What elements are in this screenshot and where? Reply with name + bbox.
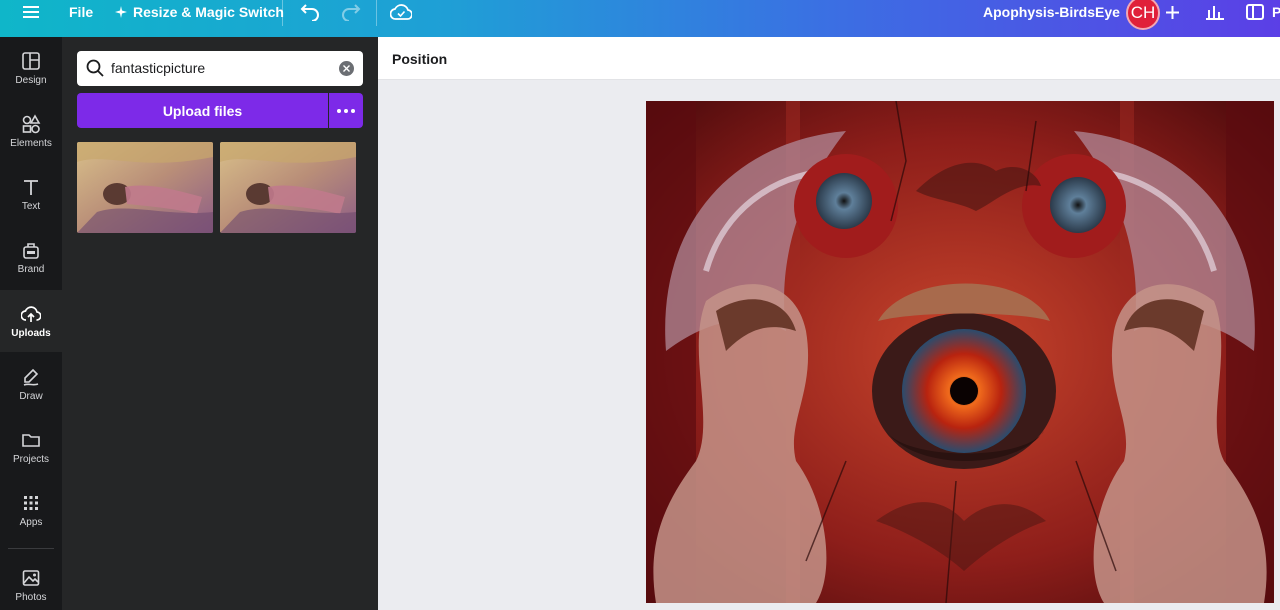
more-options-button[interactable]	[329, 93, 363, 128]
rail-label: Text	[21, 200, 41, 212]
uploaded-image-thumbnail[interactable]	[77, 142, 213, 233]
rail-item-draw[interactable]: Draw	[0, 353, 62, 415]
dot	[337, 108, 341, 113]
upload-files-button[interactable]: Upload files	[77, 93, 328, 128]
rail-divider	[8, 548, 54, 549]
present-label: P	[1272, 4, 1280, 20]
projects-icon	[22, 433, 40, 447]
position-button[interactable]: Position	[392, 51, 447, 67]
undo-icon	[300, 4, 319, 21]
rail-item-design[interactable]: Design	[0, 37, 62, 99]
photos-icon	[22, 569, 40, 586]
search-box	[77, 51, 363, 86]
present-icon	[1246, 4, 1264, 20]
text-icon	[24, 179, 38, 195]
thumbnail-image	[220, 142, 356, 233]
hamburger-icon	[23, 6, 39, 18]
canvas-stage	[378, 80, 1280, 610]
rail-item-apps[interactable]: Apps	[0, 479, 62, 541]
document-title[interactable]: Apophysis-BirdsEye	[983, 0, 1120, 24]
rail-label: Draw	[19, 390, 43, 402]
rail-label: Design	[15, 74, 47, 86]
uploads-panel: Upload files	[62, 37, 378, 610]
context-toolbar: Position	[378, 37, 1280, 80]
present-button[interactable]: P	[1246, 0, 1280, 24]
artwork	[646, 101, 1274, 603]
sparkle-icon	[115, 6, 127, 18]
uploaded-image-thumbnail[interactable]	[220, 142, 356, 233]
top-bar: File Resize & Magic Switch Apophysis-Bir…	[0, 0, 1280, 37]
rail-item-photos[interactable]: Photos	[0, 554, 62, 610]
rail-item-elements[interactable]: Elements	[0, 100, 62, 162]
thumbnail-image	[77, 142, 213, 233]
plus-icon	[1165, 5, 1179, 19]
draw-icon	[23, 368, 39, 386]
uploads-icon	[21, 305, 41, 322]
rail-label: Uploads	[11, 327, 51, 339]
file-menu-button[interactable]: File	[69, 0, 93, 24]
design-icon	[22, 51, 40, 70]
design-canvas-image[interactable]	[646, 101, 1274, 603]
divider	[282, 0, 283, 26]
resize-magic-switch-button[interactable]: Resize & Magic Switch	[115, 0, 284, 24]
divider	[376, 0, 377, 26]
rail-label: Photos	[15, 591, 47, 603]
insights-button[interactable]	[1205, 0, 1225, 24]
avatar[interactable]: CH	[1126, 0, 1160, 30]
redo-icon	[342, 4, 361, 21]
close-icon	[343, 65, 350, 72]
apps-icon	[24, 495, 38, 510]
rail-label: Elements	[10, 137, 52, 149]
undo-button[interactable]	[299, 0, 321, 24]
redo-button[interactable]	[340, 0, 362, 24]
rail-label: Brand	[17, 263, 45, 275]
rail-item-uploads[interactable]: Uploads	[0, 290, 62, 352]
rail-item-brand[interactable]: Brand	[0, 226, 62, 288]
brand-icon	[23, 242, 39, 259]
clear-search-button[interactable]	[339, 61, 354, 76]
rail-item-text[interactable]: Text	[0, 163, 62, 225]
menu-button[interactable]	[20, 0, 42, 24]
dot	[351, 108, 355, 113]
left-rail: Design Elements Text Brand Uploads Draw …	[0, 37, 62, 610]
rail-item-projects[interactable]: Projects	[0, 416, 62, 478]
save-status-button[interactable]	[390, 0, 412, 24]
rail-label: Projects	[12, 453, 50, 465]
bar-chart-icon	[1206, 6, 1224, 20]
elements-icon	[22, 113, 41, 133]
search-input[interactable]	[111, 57, 331, 79]
rail-label: Apps	[19, 516, 43, 528]
dot	[344, 108, 348, 113]
add-collaborator-button[interactable]	[1163, 0, 1181, 24]
cloud-check-icon	[390, 4, 412, 20]
search-icon	[86, 59, 104, 77]
resize-label: Resize & Magic Switch	[133, 4, 284, 20]
